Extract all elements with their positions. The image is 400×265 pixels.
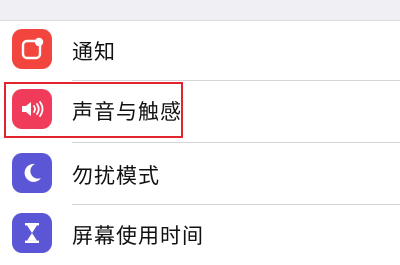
settings-row-label: 通知 <box>72 40 116 64</box>
settings-row-notifications[interactable]: 通知 <box>0 19 400 79</box>
notifications-icon <box>12 29 52 69</box>
settings-row-do-not-disturb[interactable]: 勿扰模式 <box>0 143 400 203</box>
moon-icon <box>12 153 52 193</box>
settings-row-label: 屏幕使用时间 <box>72 224 204 248</box>
settings-row-label: 勿扰模式 <box>72 164 160 188</box>
hourglass-icon <box>12 213 52 253</box>
settings-row-screen-time[interactable]: 屏幕使用时间 <box>0 205 400 265</box>
highlight-box <box>4 82 183 138</box>
top-band <box>0 0 400 21</box>
